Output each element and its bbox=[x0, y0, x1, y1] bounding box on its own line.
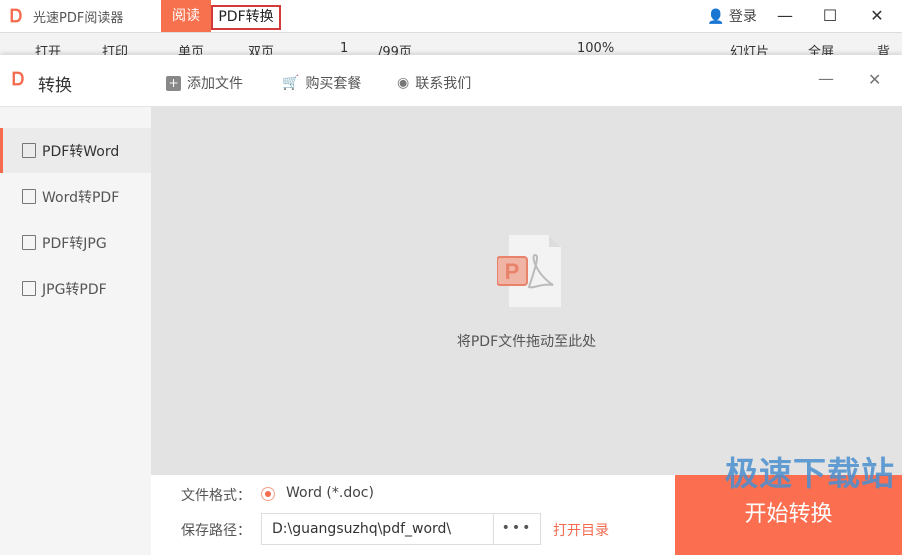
user-icon: 👤 bbox=[707, 9, 725, 25]
document-icon bbox=[22, 189, 36, 204]
save-path-input[interactable]: D:\guangsuzhq\pdf_word\ bbox=[261, 513, 494, 545]
add-file-label: 添加文件 bbox=[187, 76, 243, 92]
pdf-file-icon: P bbox=[497, 235, 561, 307]
watermark: 极速下载站 bbox=[725, 454, 895, 493]
contact-button[interactable]: ◉ 联系我们 bbox=[397, 73, 471, 93]
dialog-close-button[interactable]: ✕ bbox=[868, 70, 881, 89]
format-label: 文件格式： bbox=[181, 488, 251, 504]
sidebar-item-label: PDF转Word bbox=[42, 143, 120, 160]
plus-icon: + bbox=[166, 75, 181, 91]
contact-label: 联系我们 bbox=[415, 76, 472, 92]
slideshow-button[interactable]: 幻灯片 bbox=[730, 41, 769, 55]
sidebar-item-pdf-to-word[interactable]: PDF转Word bbox=[0, 128, 151, 173]
add-file-button[interactable]: + 添加文件 bbox=[166, 73, 243, 93]
fullscreen-button[interactable]: 全屏 bbox=[808, 41, 834, 55]
convert-sidebar: PDF转Word Word转PDF PDF转JPG JPG转PDF bbox=[0, 107, 151, 555]
title-bar: Ꭰ 光速PDF阅读器 阅读 PDF转换 👤 登录 — ☐ ✕ bbox=[0, 0, 902, 33]
browse-button[interactable]: ••• bbox=[493, 513, 541, 545]
dialog-header: Ꭰ 转换 + 添加文件 🛒 购买套餐 ◉ 联系我们 — ✕ bbox=[0, 55, 902, 107]
settings-panel: 文件格式： Word (*.doc) 保存路径： D:\guangsuzhq\p… bbox=[151, 475, 675, 555]
cart-icon: 🛒 bbox=[282, 75, 300, 91]
zoom-select[interactable]: 100% bbox=[577, 41, 614, 55]
document-icon bbox=[22, 143, 36, 158]
buy-button[interactable]: 🛒 购买套餐 bbox=[282, 73, 361, 93]
app-logo-icon: Ꭰ bbox=[10, 6, 23, 27]
print-button[interactable]: 打印 bbox=[102, 41, 128, 55]
sidebar-item-word-to-pdf[interactable]: Word转PDF bbox=[0, 174, 151, 219]
dialog-minimize-button[interactable]: — bbox=[818, 69, 834, 88]
page-total: /99页 bbox=[378, 45, 412, 55]
sidebar-item-pdf-to-jpg[interactable]: PDF转JPG bbox=[0, 220, 151, 265]
close-button[interactable]: ✕ bbox=[862, 4, 892, 28]
single-page-button[interactable]: 单页 bbox=[178, 41, 204, 55]
background-button[interactable]: 背景 bbox=[877, 41, 902, 55]
maximize-button[interactable]: ☐ bbox=[815, 4, 845, 28]
buy-label: 购买套餐 bbox=[305, 76, 362, 92]
drop-zone[interactable]: P 将PDF文件拖动至此处 bbox=[151, 107, 902, 475]
path-label: 保存路径： bbox=[181, 523, 251, 539]
convert-logo-icon: Ꭰ bbox=[12, 69, 25, 90]
double-page-button[interactable]: 双页 bbox=[248, 41, 274, 55]
dialog-title: 转换 bbox=[38, 76, 72, 96]
format-value: Word (*.doc) bbox=[286, 485, 374, 501]
headset-icon: ◉ bbox=[397, 75, 410, 91]
app-title: 光速PDF阅读器 bbox=[33, 11, 124, 26]
login-button[interactable]: 👤 登录 bbox=[707, 6, 757, 26]
document-icon bbox=[22, 235, 36, 250]
sidebar-item-label: JPG转PDF bbox=[42, 281, 107, 298]
sidebar-item-label: Word转PDF bbox=[42, 189, 120, 206]
login-label: 登录 bbox=[728, 9, 757, 25]
sidebar-item-jpg-to-pdf[interactable]: JPG转PDF bbox=[0, 266, 151, 311]
tab-pdf-convert[interactable]: PDF转换 bbox=[211, 5, 281, 30]
tab-read[interactable]: 阅读 bbox=[161, 0, 211, 32]
toolbar: 打开 打印 单页 双页 1 /99页 100% 幻灯片 全屏 背景 bbox=[0, 33, 902, 55]
svg-text:P: P bbox=[505, 259, 520, 284]
open-directory-link[interactable]: 打开目录 bbox=[553, 520, 609, 540]
minimize-button[interactable]: — bbox=[770, 4, 800, 28]
format-radio-word[interactable] bbox=[261, 487, 275, 501]
open-button[interactable]: 打开 bbox=[35, 41, 61, 55]
drop-hint: 将PDF文件拖动至此处 bbox=[456, 334, 597, 350]
sidebar-item-label: PDF转JPG bbox=[42, 235, 107, 252]
page-input[interactable]: 1 bbox=[340, 41, 348, 55]
image-icon bbox=[22, 281, 36, 296]
